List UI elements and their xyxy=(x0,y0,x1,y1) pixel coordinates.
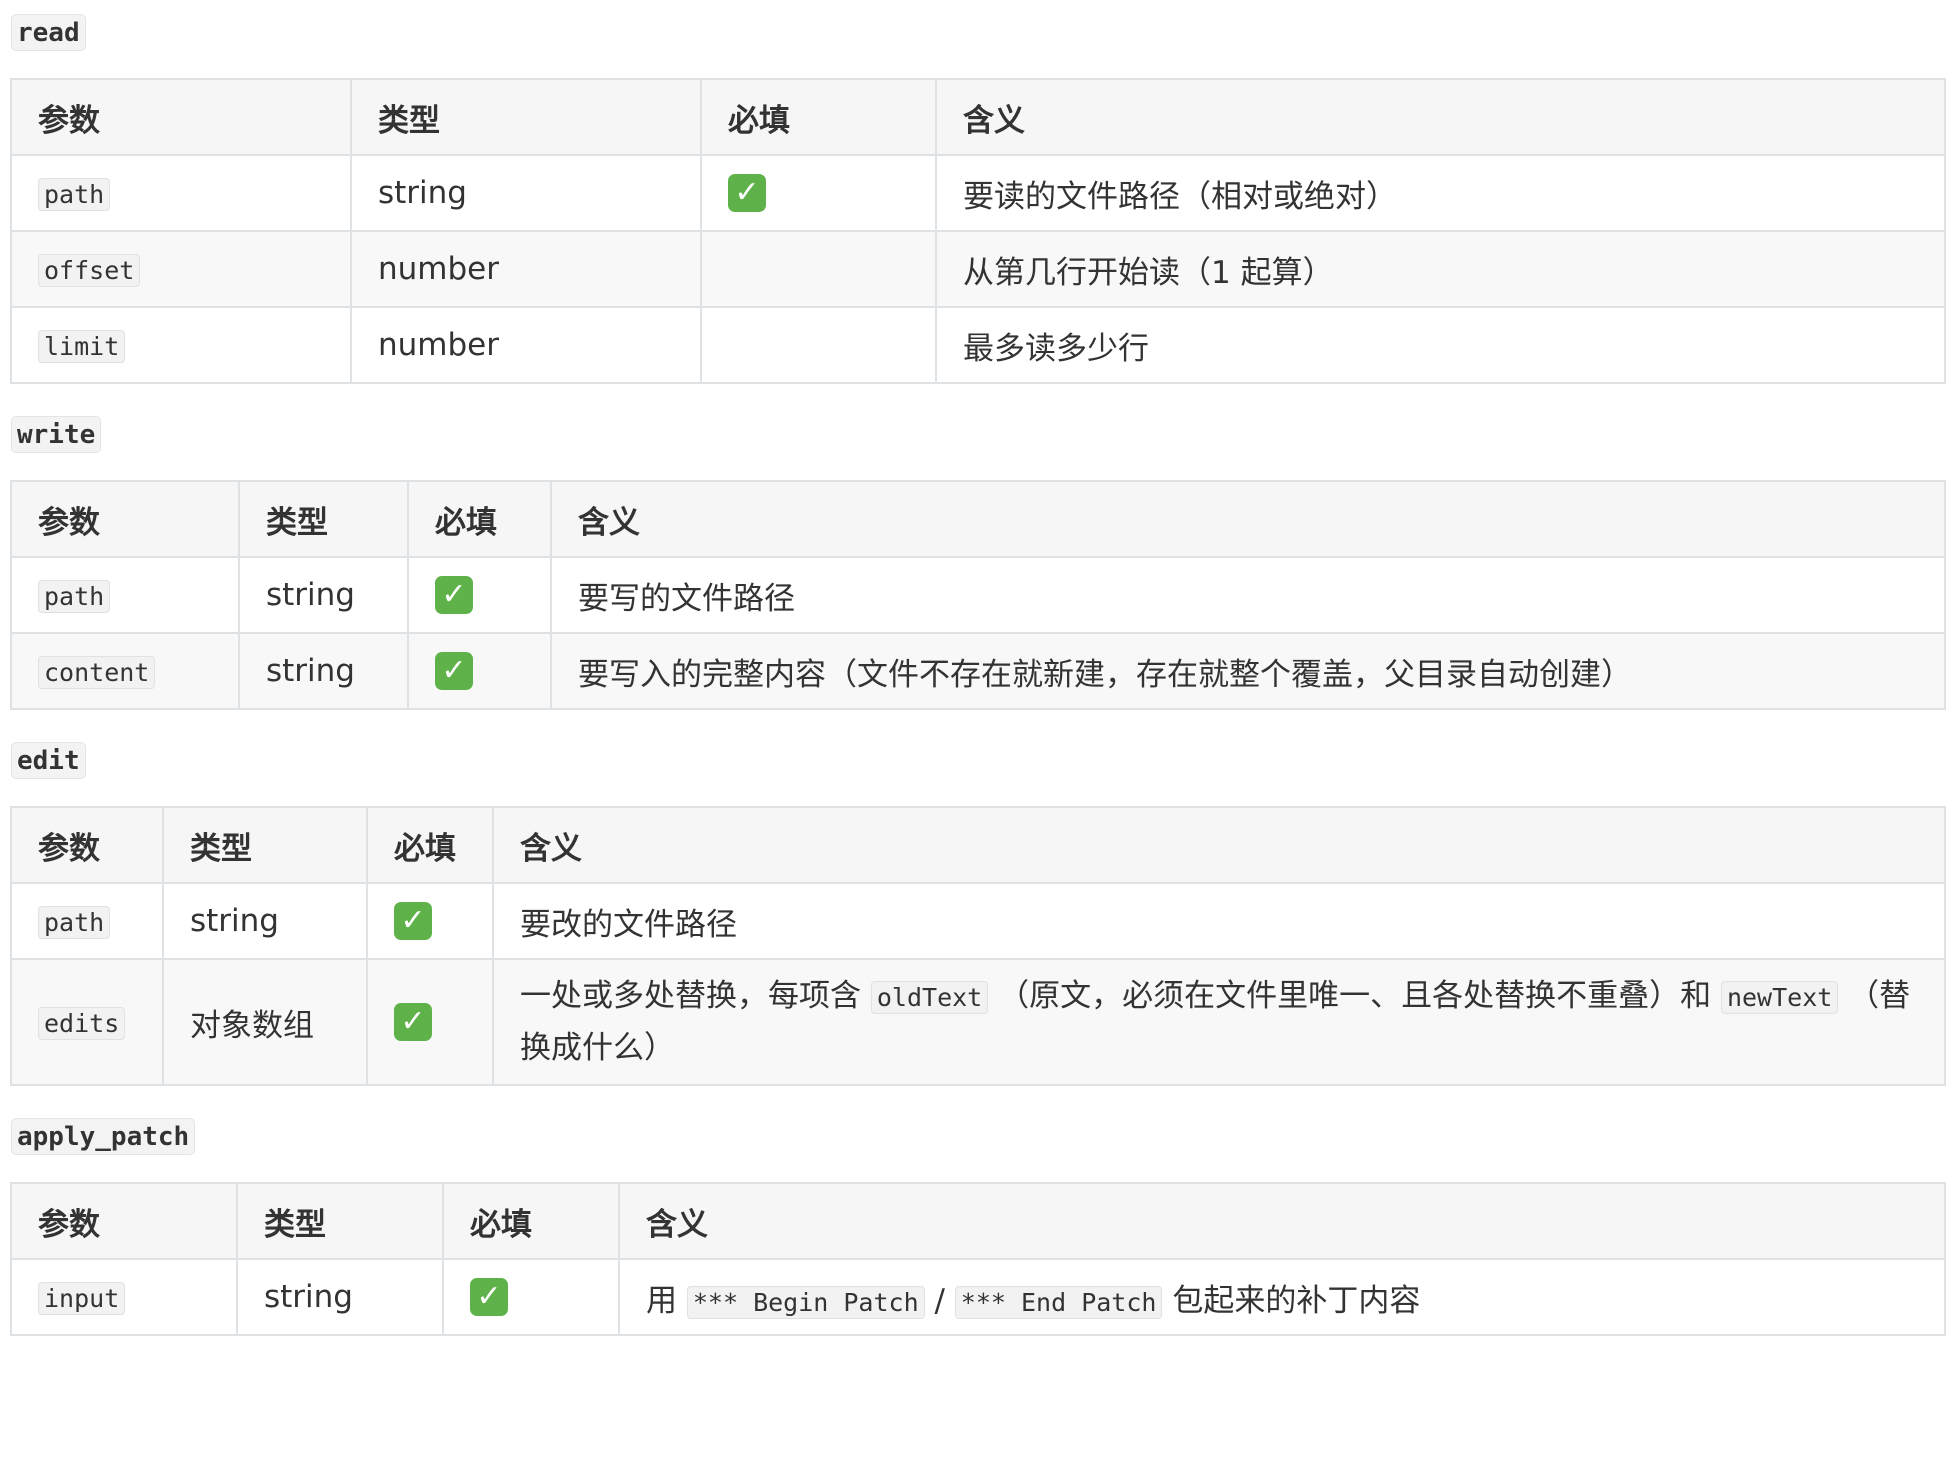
type-cell: string xyxy=(350,154,702,232)
type-cell: number xyxy=(350,306,702,384)
inline-code: oldText xyxy=(870,981,989,1014)
desc-text: 包起来的补丁内容 xyxy=(1162,1282,1421,1319)
meaning-cell: 要改的文件路径 xyxy=(492,882,1946,960)
section-title-write: write xyxy=(11,416,102,453)
table-row: input string ✓ 用 *** Begin Patch / *** E… xyxy=(10,1258,1946,1336)
param-name: edits xyxy=(38,1007,126,1040)
table-row: edits 对象数组 ✓ 一处或多处替换，每项含 oldText （原文，必须在… xyxy=(10,958,1946,1086)
param-cell: input xyxy=(10,1258,238,1336)
param-name: path xyxy=(38,580,111,613)
param-name: limit xyxy=(38,330,126,363)
header-type: 类型 xyxy=(162,806,368,884)
header-param: 参数 xyxy=(10,480,240,558)
apply-patch-params-table: 参数 类型 必填 含义 input string ✓ 用 *** Begin P… xyxy=(10,1182,1946,1336)
check-icon: ✓ xyxy=(728,174,766,213)
type-cell: 对象数组 xyxy=(162,958,368,1086)
param-cell: content xyxy=(10,632,240,710)
table-header-row: 参数 类型 必填 含义 xyxy=(10,480,1946,558)
check-icon: ✓ xyxy=(470,1278,508,1317)
param-cell: path xyxy=(10,154,352,232)
required-cell: ✓ xyxy=(442,1258,620,1336)
required-cell: ✓ xyxy=(366,882,494,960)
header-meaning: 含义 xyxy=(935,78,1946,156)
type-cell: string xyxy=(236,1258,444,1336)
inline-code: *** End Patch xyxy=(954,1285,1163,1319)
section-edit-header: edit xyxy=(10,742,1938,806)
header-meaning: 含义 xyxy=(618,1182,1946,1260)
write-params-table: 参数 类型 必填 含义 path string ✓ 要写的文件路径 conten… xyxy=(10,480,1946,710)
type-cell: string xyxy=(238,556,409,634)
document: read 参数 类型 必填 含义 path string ✓ 要读的文件路径（相… xyxy=(0,0,1948,1336)
required-cell xyxy=(700,230,937,308)
section-title-apply-patch: apply_patch xyxy=(11,1118,196,1155)
desc-text: （原文，必须在文件里唯一、且各处替换不重叠）和 xyxy=(988,978,1721,1014)
table-row: path string ✓ 要写的文件路径 xyxy=(10,556,1946,634)
header-type: 类型 xyxy=(350,78,702,156)
table-row: path string ✓ 要读的文件路径（相对或绝对） xyxy=(10,154,1946,232)
param-cell: path xyxy=(10,556,240,634)
edit-params-table: 参数 类型 必填 含义 path string ✓ 要改的文件路径 edits … xyxy=(10,806,1946,1086)
meaning-cell: 要写的文件路径 xyxy=(550,556,1946,634)
param-name: path xyxy=(38,906,111,939)
check-icon: ✓ xyxy=(435,652,473,691)
meaning-cell: 最多读多少行 xyxy=(935,306,1946,384)
param-cell: limit xyxy=(10,306,352,384)
type-cell: number xyxy=(350,230,702,308)
desc-text: / xyxy=(924,1282,955,1319)
meaning-cell: 从第几行开始读（1 起算） xyxy=(935,230,1946,308)
check-icon: ✓ xyxy=(435,576,473,615)
header-type: 类型 xyxy=(236,1182,444,1260)
param-name: input xyxy=(38,1282,126,1315)
header-required: 必填 xyxy=(700,78,937,156)
section-title-edit: edit xyxy=(11,742,86,779)
table-header-row: 参数 类型 必填 含义 xyxy=(10,1182,1946,1260)
table-row: content string ✓ 要写入的完整内容（文件不存在就新建，存在就整个… xyxy=(10,632,1946,710)
inline-code: newText xyxy=(1720,981,1839,1014)
desc-text: 一处或多处替换，每项含 xyxy=(520,978,871,1014)
table-header-row: 参数 类型 必填 含义 xyxy=(10,78,1946,156)
type-cell: string xyxy=(238,632,409,710)
header-param: 参数 xyxy=(10,1182,238,1260)
section-apply-patch-header: apply_patch xyxy=(10,1118,1938,1182)
section-title-read: read xyxy=(11,14,86,51)
header-type: 类型 xyxy=(238,480,409,558)
section-write-header: write xyxy=(10,416,1938,480)
param-cell: path xyxy=(10,882,164,960)
param-name: offset xyxy=(38,254,141,287)
table-row: limit number 最多读多少行 xyxy=(10,306,1946,384)
param-name: path xyxy=(38,178,111,211)
header-meaning: 含义 xyxy=(550,480,1946,558)
section-read-header: read xyxy=(10,0,1938,78)
required-cell: ✓ xyxy=(366,958,494,1086)
param-cell: edits xyxy=(10,958,164,1086)
meaning-cell: 要读的文件路径（相对或绝对） xyxy=(935,154,1946,232)
header-param: 参数 xyxy=(10,78,352,156)
required-cell xyxy=(700,306,937,384)
header-required: 必填 xyxy=(442,1182,620,1260)
read-params-table: 参数 类型 必填 含义 path string ✓ 要读的文件路径（相对或绝对）… xyxy=(10,78,1946,384)
param-name: content xyxy=(38,656,156,689)
inline-code: *** Begin Patch xyxy=(686,1285,925,1319)
meaning-cell: 要写入的完整内容（文件不存在就新建，存在就整个覆盖，父目录自动创建） xyxy=(550,632,1946,710)
table-row: path string ✓ 要改的文件路径 xyxy=(10,882,1946,960)
table-header-row: 参数 类型 必填 含义 xyxy=(10,806,1946,884)
required-cell: ✓ xyxy=(407,632,552,710)
meaning-cell: 一处或多处替换，每项含 oldText （原文，必须在文件里唯一、且各处替换不重… xyxy=(492,958,1946,1086)
param-cell: offset xyxy=(10,230,352,308)
header-required: 必填 xyxy=(407,480,552,558)
required-cell: ✓ xyxy=(407,556,552,634)
header-required: 必填 xyxy=(366,806,494,884)
check-icon: ✓ xyxy=(394,902,432,941)
required-cell: ✓ xyxy=(700,154,937,232)
type-cell: string xyxy=(162,882,368,960)
desc-text: 用 xyxy=(646,1282,687,1319)
table-row: offset number 从第几行开始读（1 起算） xyxy=(10,230,1946,308)
meaning-cell: 用 *** Begin Patch / *** End Patch 包起来的补丁… xyxy=(618,1258,1946,1336)
header-param: 参数 xyxy=(10,806,164,884)
header-meaning: 含义 xyxy=(492,806,1946,884)
check-icon: ✓ xyxy=(394,1003,432,1042)
